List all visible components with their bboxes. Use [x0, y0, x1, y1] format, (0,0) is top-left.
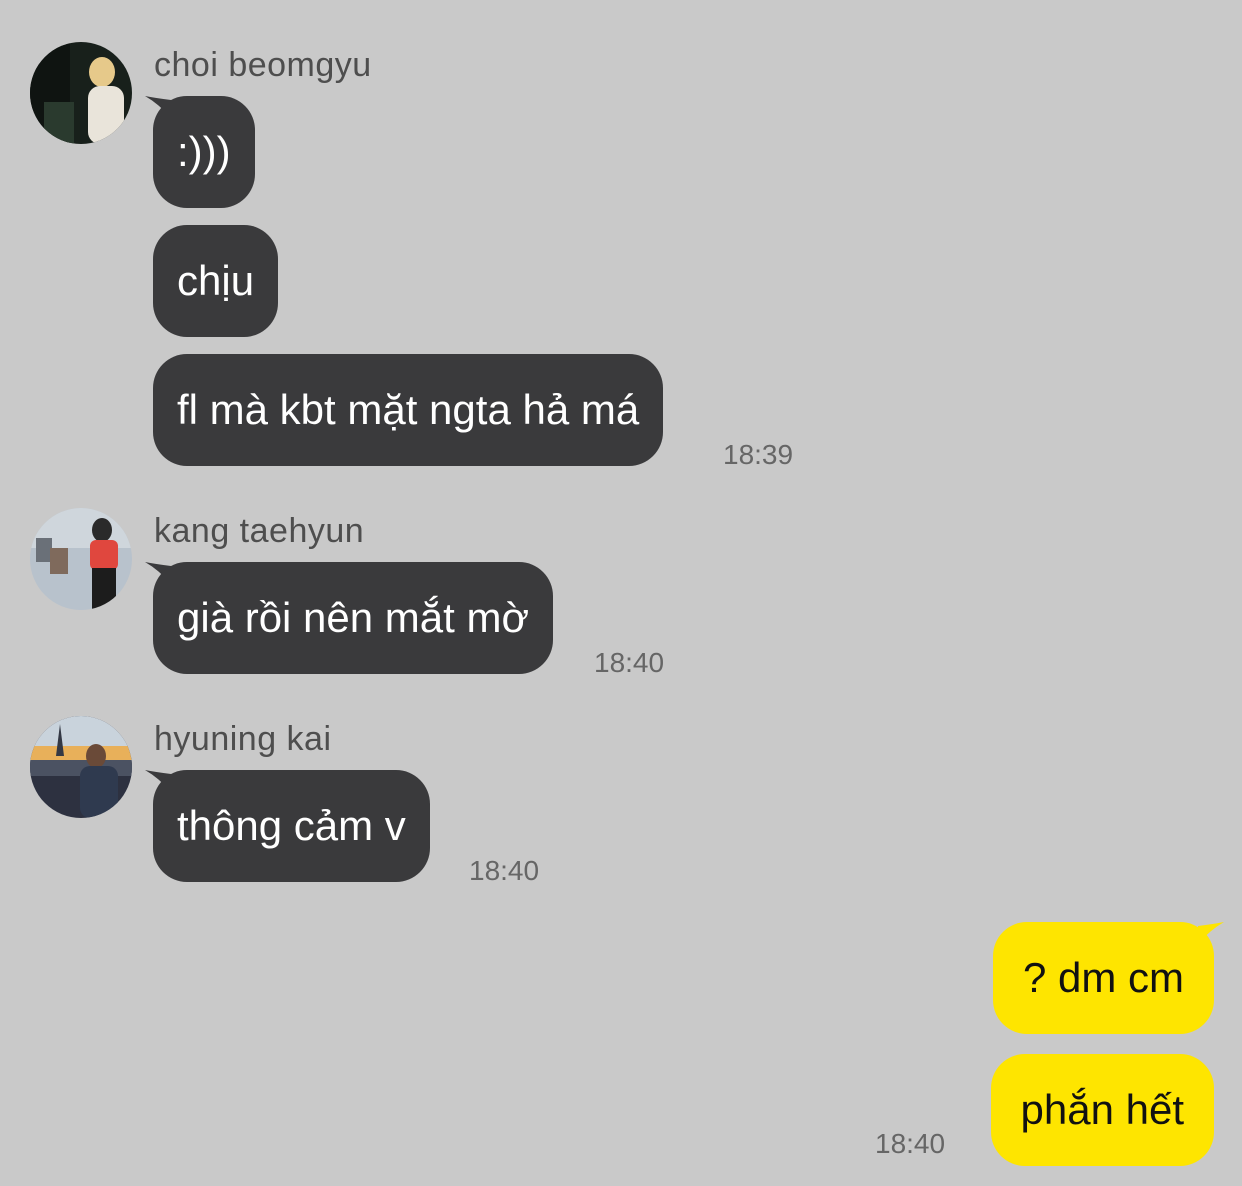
message-bubble[interactable]: :))) [153, 96, 255, 208]
message-bubble[interactable]: già rồi nên mắt mờ [153, 562, 554, 674]
profile-photo-icon [30, 716, 132, 818]
profile-photo-icon [30, 508, 132, 610]
avatar[interactable] [30, 716, 132, 818]
message-bubble[interactable]: ? dm cm [992, 922, 1214, 1034]
message-bubble[interactable]: phắn hết [990, 1054, 1214, 1166]
sender-name: choi beomgyu [154, 46, 372, 84]
message-text: phắn hết [1020, 1086, 1185, 1133]
avatar[interactable] [30, 508, 132, 610]
message-text: chịu [177, 257, 255, 304]
sender-name: kang taehyun [154, 512, 365, 550]
message-text: già rồi nên mắt mờ [177, 594, 530, 641]
timestamp: 18:39 [723, 439, 794, 470]
message-text: :))) [177, 128, 231, 175]
timestamp: 18:40 [875, 1128, 946, 1159]
message-text: thông cảm v [177, 802, 406, 849]
timestamp: 18:40 [469, 855, 540, 886]
message-bubble[interactable]: fl mà kbt mặt ngta hả má [153, 354, 664, 466]
timestamp: 18:40 [594, 647, 665, 678]
profile-photo-icon [30, 42, 132, 144]
sender-name: hyuning kai [154, 720, 332, 758]
message-text: fl mà kbt mặt ngta hả má [177, 386, 640, 433]
avatar[interactable] [30, 42, 132, 144]
message-text: ? dm cm [1022, 954, 1184, 1001]
message-bubble[interactable]: chịu [153, 225, 279, 337]
message-bubble[interactable]: thông cảm v [153, 770, 430, 882]
